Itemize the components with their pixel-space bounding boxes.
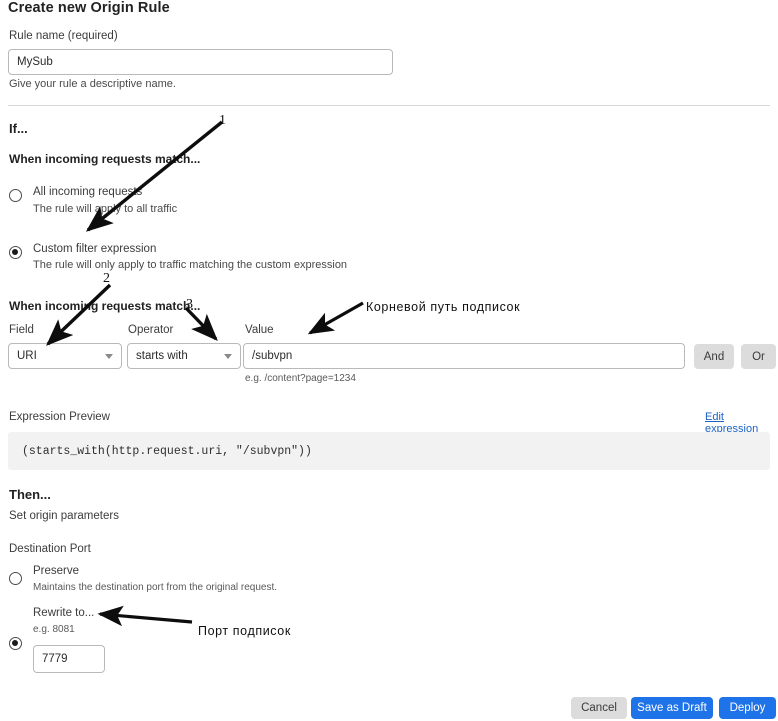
rule-name-help: Give your rule a descriptive name. [9, 78, 176, 90]
then-section-subheading: Set origin parameters [9, 510, 119, 522]
or-button[interactable]: Or [741, 344, 776, 369]
value-input[interactable] [243, 343, 685, 369]
section-divider [8, 105, 770, 106]
then-section-heading: Then... [9, 487, 51, 502]
radio-custom-filter-expression-label: Custom filter expression [33, 243, 157, 255]
radio-rewrite-port-description: e.g. 8081 [33, 624, 75, 635]
annotation-note-root-path: Корневой путь подписок [366, 300, 521, 314]
radio-custom-filter-expression[interactable] [9, 246, 22, 259]
field-select[interactable]: URI [8, 343, 122, 369]
field-select-value: URI [17, 350, 37, 362]
destination-port-label: Destination Port [9, 543, 91, 555]
radio-all-incoming-requests-description: The rule will apply to all traffic [33, 203, 178, 215]
annotation-arrow-2 [46, 283, 112, 346]
rule-name-input[interactable] [8, 49, 393, 75]
expression-preview-label: Expression Preview [9, 411, 110, 423]
page-title: Create new Origin Rule [8, 0, 170, 16]
rule-name-label: Rule name (required) [9, 30, 118, 42]
if-section-subheading: When incoming requests match... [9, 152, 201, 166]
radio-all-incoming-requests[interactable] [9, 189, 22, 202]
cancel-button[interactable]: Cancel [571, 697, 627, 719]
field-label: Field [9, 324, 34, 336]
port-input[interactable] [33, 645, 105, 673]
save-as-draft-button[interactable]: Save as Draft [631, 697, 713, 719]
and-button[interactable]: And [694, 344, 734, 369]
radio-rewrite-port-label: Rewrite to... [33, 607, 95, 619]
chevron-down-icon [105, 353, 113, 359]
annotation-note-port: Порт подписок [198, 624, 291, 638]
value-label: Value [245, 324, 274, 336]
chevron-down-icon [224, 353, 232, 359]
expression-preview-text: (starts_with(http.request.uri, "/subvpn"… [22, 444, 312, 458]
value-help: e.g. /content?page=1234 [245, 373, 356, 384]
operator-select[interactable]: starts with [127, 343, 241, 369]
annotation-arrow-root-path [307, 301, 364, 335]
if-section-heading: If... [9, 121, 28, 136]
radio-all-incoming-requests-label: All incoming requests [33, 186, 143, 198]
operator-label: Operator [128, 324, 174, 336]
origin-rule-form: Create new Origin Rule Rule name (requir… [0, 0, 778, 721]
radio-custom-filter-expression-description: The rule will only apply to traffic matc… [33, 259, 348, 271]
matcher-heading: When incoming requests match... [9, 299, 201, 313]
deploy-button[interactable]: Deploy [719, 697, 776, 719]
radio-preserve-port[interactable] [9, 572, 22, 585]
annotation-marker-1: 1 [219, 113, 226, 128]
annotation-arrow-port [97, 605, 193, 627]
operator-select-value: starts with [136, 350, 188, 362]
radio-preserve-port-description: Maintains the destination port from the … [33, 582, 278, 593]
radio-rewrite-port[interactable] [9, 637, 22, 650]
annotation-marker-2: 2 [103, 271, 110, 286]
expression-preview-box: (starts_with(http.request.uri, "/subvpn"… [8, 432, 770, 470]
radio-preserve-port-label: Preserve [33, 565, 80, 577]
